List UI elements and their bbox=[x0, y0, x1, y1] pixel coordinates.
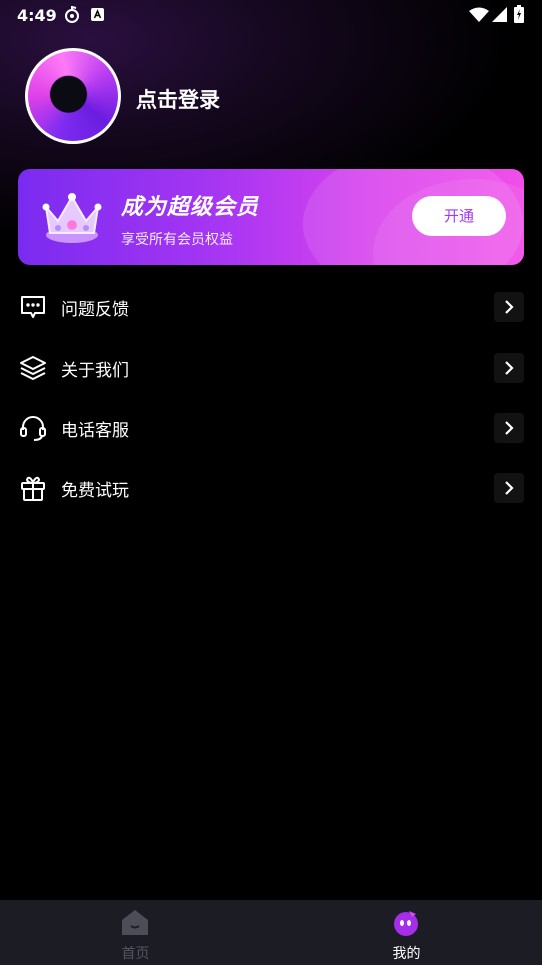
tab-home[interactable]: 首页 bbox=[0, 900, 271, 965]
music-notification-icon bbox=[65, 6, 79, 23]
bottom-navigation: 首页 我的 bbox=[0, 900, 542, 965]
home-icon bbox=[122, 910, 148, 935]
menu-item-phone-support[interactable]: 电话客服 bbox=[0, 398, 542, 458]
open-vip-button[interactable]: 开通 bbox=[412, 196, 506, 236]
headset-icon bbox=[20, 416, 46, 441]
tab-mine[interactable]: 我的 bbox=[271, 900, 542, 965]
login-link[interactable]: 点击登录 bbox=[136, 84, 220, 114]
battery-icon bbox=[514, 5, 524, 23]
app-logo-icon bbox=[28, 51, 118, 141]
chat-feedback-icon bbox=[21, 296, 45, 318]
chevron-right-icon bbox=[494, 413, 524, 443]
mascot-icon bbox=[394, 911, 418, 936]
menu-item-label: 关于我们 bbox=[61, 361, 129, 381]
wifi-icon bbox=[469, 7, 489, 22]
avatar[interactable] bbox=[25, 48, 121, 144]
chevron-right-icon bbox=[494, 292, 524, 322]
vip-title: 成为超级会员 bbox=[121, 195, 260, 220]
menu-item-label: 电话客服 bbox=[61, 421, 129, 441]
menu-item-label: 免费试玩 bbox=[61, 481, 129, 501]
signal-icon bbox=[492, 7, 507, 22]
tab-label: 我的 bbox=[392, 946, 421, 962]
tab-label: 首页 bbox=[121, 946, 150, 962]
crown-icon bbox=[42, 193, 102, 243]
menu-item-free-trial[interactable]: 免费试玩 bbox=[0, 458, 542, 518]
vip-banner[interactable]: 成为超级会员 享受所有会员权益 开通 bbox=[18, 169, 524, 265]
menu-item-about[interactable]: 关于我们 bbox=[0, 338, 542, 398]
menu-item-feedback[interactable]: 问题反馈 bbox=[0, 277, 542, 337]
status-bar: 4:49 bbox=[0, 0, 542, 30]
chevron-right-icon bbox=[494, 353, 524, 383]
chevron-right-icon bbox=[494, 473, 524, 503]
app-notification-icon bbox=[91, 8, 104, 21]
vip-subtitle: 享受所有会员权益 bbox=[121, 232, 233, 248]
layers-icon bbox=[20, 356, 46, 380]
menu-item-label: 问题反馈 bbox=[61, 300, 129, 320]
gift-icon bbox=[21, 476, 45, 501]
status-time: 4:49 bbox=[17, 6, 57, 25]
